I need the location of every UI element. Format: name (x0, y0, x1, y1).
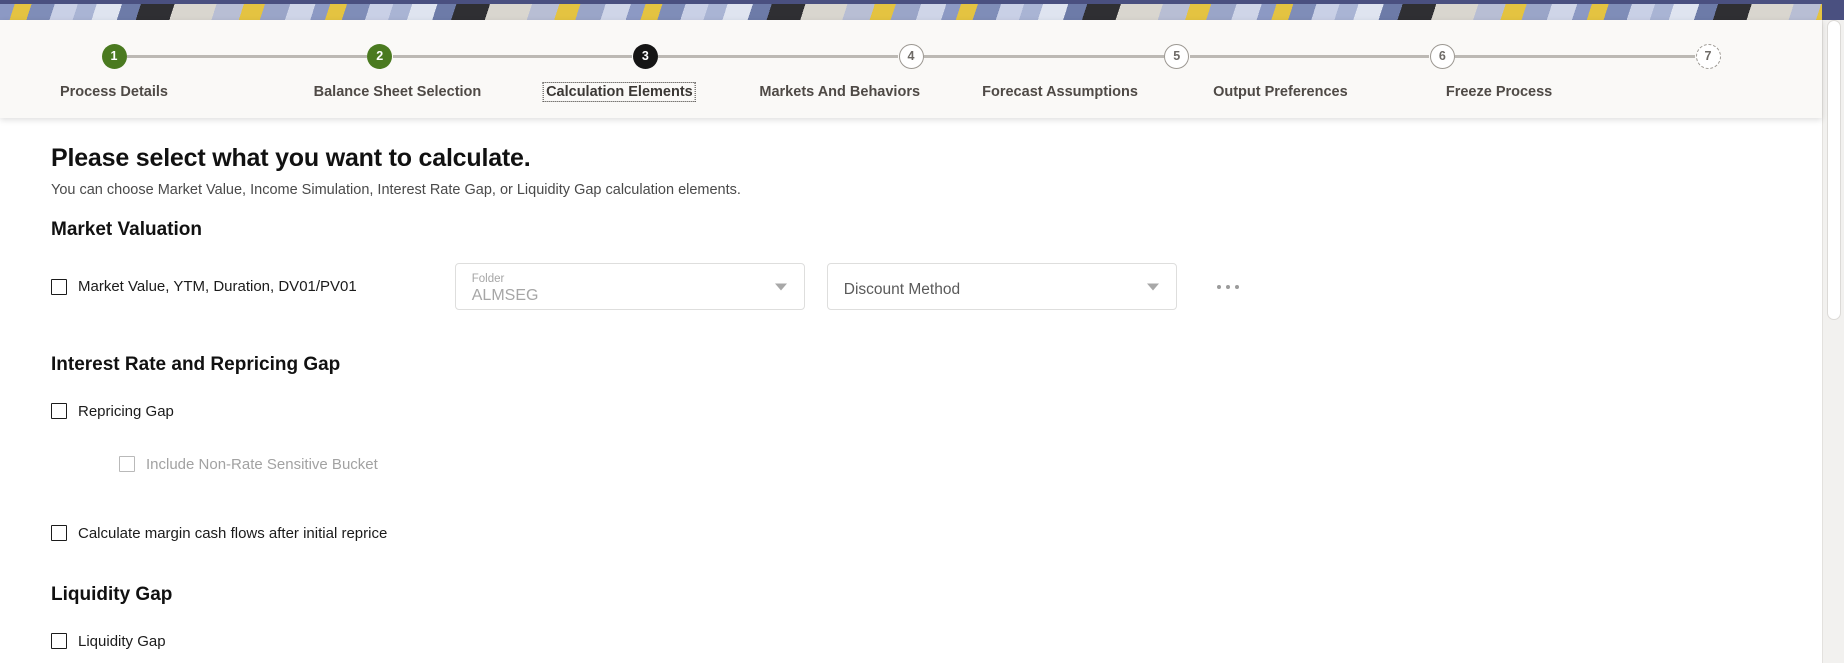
page-title: Please select what you want to calculate… (51, 144, 531, 172)
page-subtitle: You can choose Market Value, Income Simu… (51, 182, 741, 198)
kebab-dot (1225, 284, 1230, 289)
step-circle-7: 7 (1695, 43, 1721, 69)
market-value-checkbox[interactable] (51, 278, 67, 295)
vertical-scrollbar[interactable] (1822, 20, 1844, 663)
liquidity-gap-checkbox[interactable] (51, 633, 67, 649)
stepper-connector-3 (658, 54, 899, 58)
step-circle-4: 4 (898, 43, 924, 69)
section-title-market-valuation: Market Valuation (51, 219, 202, 240)
step-node-7[interactable]: 7 (1695, 43, 1721, 69)
kebab-dot (1216, 284, 1221, 289)
process-stepper: 1 2 3 4 5 6 7 Process Details Balance Sh… (60, 20, 1721, 105)
main-content: Please select what you want to calculate… (0, 118, 1822, 663)
step-label-freeze-process[interactable]: Freeze Process (1444, 83, 1554, 101)
kebab-dot (1234, 284, 1239, 289)
step-node-3[interactable]: 3 (632, 43, 658, 69)
step-label-markets-and-behaviors[interactable]: Markets And Behaviors (757, 83, 922, 101)
repricing-gap-label: Repricing Gap (78, 402, 174, 420)
folder-select[interactable]: Folder ALMSEG (454, 263, 805, 310)
step-node-2[interactable]: 2 (367, 43, 393, 69)
step-circle-6: 6 (1429, 43, 1455, 69)
decorative-banner (0, 0, 1844, 24)
market-valuation-controls: Folder ALMSEG Discount Method (454, 263, 1245, 310)
stepper-connector-5 (1189, 54, 1430, 58)
discount-method-placeholder: Discount Method (843, 280, 961, 298)
step-label-calculation-elements[interactable]: Calculation Elements (543, 82, 696, 102)
liquidity-gap-label: Liquidity Gap (78, 632, 166, 650)
repricing-gap-checkbox[interactable] (51, 403, 67, 419)
step-node-5[interactable]: 5 (1164, 43, 1190, 69)
discount-method-select[interactable]: Discount Method (826, 263, 1177, 310)
non-rate-sensitive-bucket-row: Include Non-Rate Sensitive Bucket (51, 451, 1822, 477)
application-window: 1 2 3 4 5 6 7 Process Details Balance Sh… (0, 0, 1844, 663)
market-valuation-row: Market Value, YTM, Duration, DV01/PV01 F… (51, 263, 1822, 310)
more-options-icon[interactable] (1211, 279, 1245, 295)
margin-cash-flows-row: Calculate margin cash flows after initia… (51, 520, 1822, 546)
step-label-output-preferences[interactable]: Output Preferences (1211, 83, 1350, 101)
stepper-connector-4 (924, 54, 1164, 58)
liquidity-gap-row: Liquidity Gap (51, 628, 1822, 654)
chevron-down-icon (774, 283, 787, 290)
stepper-header: 1 2 3 4 5 6 7 Process Details Balance Sh… (0, 20, 1822, 118)
stepper-connector-2 (392, 54, 633, 58)
step-circle-1: 1 (101, 43, 127, 69)
section-title-liquidity-gap: Liquidity Gap (51, 584, 173, 605)
stepper-connector-1 (127, 54, 367, 58)
step-label-process-details[interactable]: Process Details (58, 83, 170, 101)
section-title-interest-rate-repricing-gap: Interest Rate and Repricing Gap (51, 354, 341, 375)
repricing-gap-row: Repricing Gap (51, 398, 1822, 424)
market-value-label: Market Value, YTM, Duration, DV01/PV01 (78, 278, 357, 295)
folder-select-value: ALMSEG (471, 287, 539, 305)
step-label-balance-sheet-selection[interactable]: Balance Sheet Selection (312, 83, 484, 101)
step-circle-2: 2 (367, 43, 393, 69)
step-circle-5: 5 (1164, 43, 1190, 69)
stepper-labels: Process Details Balance Sheet Selection … (60, 82, 1721, 105)
step-circle-3: 3 (632, 43, 658, 69)
step-node-4[interactable]: 4 (898, 43, 924, 69)
non-rate-sensitive-bucket-label: Include Non-Rate Sensitive Bucket (146, 455, 378, 473)
step-node-6[interactable]: 6 (1429, 43, 1455, 69)
stepper-connector-6 (1455, 54, 1696, 58)
folder-select-label: Folder (471, 272, 505, 285)
chevron-down-icon (1146, 283, 1159, 290)
step-label-forecast-assumptions[interactable]: Forecast Assumptions (980, 83, 1140, 101)
step-node-1[interactable]: 1 (101, 43, 127, 69)
non-rate-sensitive-bucket-checkbox (119, 456, 135, 472)
margin-cash-flows-checkbox[interactable] (51, 525, 67, 541)
margin-cash-flows-label: Calculate margin cash flows after initia… (78, 524, 388, 542)
scrollbar-thumb[interactable] (1827, 20, 1841, 320)
stepper-track: 1 2 3 4 5 6 7 (101, 43, 1721, 69)
